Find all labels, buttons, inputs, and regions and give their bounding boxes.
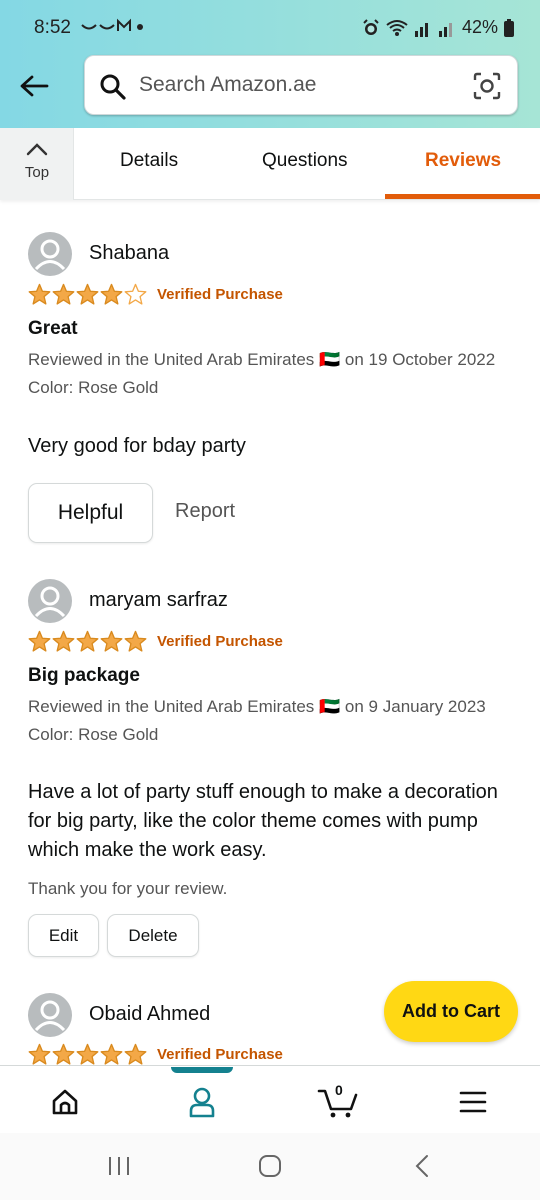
review-date: Reviewed in the United Arab Emirates 🇦🇪 … (28, 350, 496, 369)
chevron-up-icon (26, 143, 48, 156)
review-card: maryam sarfraz Verified Purchase Big pac… (28, 579, 518, 969)
star-filled-icon (76, 630, 99, 652)
search-bar[interactable]: Search Amazon.ae (84, 55, 518, 115)
camera-scan-icon[interactable] (473, 72, 501, 100)
star-filled-icon (28, 630, 51, 652)
delete-button[interactable]: Delete (107, 914, 199, 957)
rating-row: Verified Purchase (28, 283, 283, 306)
star-rating (28, 1043, 147, 1065)
star-rating (28, 630, 147, 653)
recent-apps-icon (109, 1157, 129, 1175)
notification-glyphs-icon (81, 18, 143, 31)
status-right: 42% (362, 17, 514, 38)
tab-details[interactable]: Details (120, 150, 178, 172)
home-circle-icon (259, 1155, 281, 1177)
star-filled-icon (100, 283, 123, 305)
active-tab-indicator (385, 194, 540, 199)
star-filled-icon (124, 1043, 147, 1065)
review-body: Very good for bday party (28, 435, 246, 457)
home-system-button[interactable] (257, 1153, 283, 1184)
reviewer-name: Obaid Ahmed (89, 1003, 211, 1025)
thank-you-note: Thank you for your review. (28, 879, 228, 898)
star-empty-icon (124, 283, 147, 305)
rating-row: Verified Purchase (28, 630, 283, 653)
active-nav-indicator (171, 1067, 233, 1073)
nav-home[interactable] (45, 1084, 85, 1120)
star-filled-icon (100, 630, 123, 652)
review-title: Big package (28, 665, 140, 686)
star-rating (28, 283, 147, 306)
nav-cart[interactable]: 0 (314, 1082, 362, 1120)
review-meta: Reviewed in the United Arab Emirates 🇦🇪 … (28, 346, 508, 402)
chevron-left-icon (415, 1155, 428, 1177)
scroll-top-button[interactable]: Top (0, 128, 74, 200)
back-button[interactable] (14, 66, 54, 106)
star-filled-icon (76, 1043, 99, 1065)
reviewer-name: Shabana (89, 242, 170, 264)
top-label: Top (24, 164, 50, 181)
helpful-button[interactable]: Helpful (28, 483, 153, 543)
verified-purchase-badge: Verified Purchase (157, 286, 283, 303)
review-color: Color: Rose Gold (28, 725, 159, 744)
menu-icon (459, 1091, 487, 1113)
default-avatar-icon (34, 239, 66, 271)
status-bar: 8:52 42% (0, 0, 540, 56)
star-filled-icon (100, 1043, 123, 1065)
review-meta: Reviewed in the United Arab Emirates 🇦🇪 … (28, 693, 508, 749)
cart-count: 0 (335, 1082, 343, 1098)
avatar (28, 579, 72, 623)
system-nav-bar (0, 1133, 540, 1200)
alarm-icon (363, 18, 379, 35)
recent-apps-button[interactable] (106, 1153, 132, 1184)
review-card: Shabana Verified Purchase Great Reviewed… (28, 232, 518, 552)
status-time: 8:52 (34, 17, 71, 38)
edit-button[interactable]: Edit (28, 914, 99, 957)
notification-icons (80, 17, 160, 42)
default-avatar-icon (34, 1000, 66, 1032)
signal-icon (414, 22, 428, 37)
review-title: Great (28, 318, 78, 339)
nav-account[interactable] (182, 1084, 222, 1120)
search-input[interactable]: Search Amazon.ae (139, 73, 316, 97)
star-filled-icon (124, 630, 147, 652)
battery-icon (504, 18, 514, 37)
tab-questions[interactable]: Questions (262, 150, 348, 172)
battery-percent: 42% (461, 17, 498, 37)
rating-row: Verified Purchase (28, 1043, 283, 1065)
back-arrow-icon (20, 75, 49, 97)
product-subnav: Top Details Questions Reviews (0, 128, 540, 200)
verified-purchase-badge: Verified Purchase (157, 1046, 283, 1063)
tab-reviews[interactable]: Reviews (425, 150, 501, 172)
signal-2-icon (438, 22, 452, 37)
home-icon (52, 1089, 78, 1115)
report-link[interactable]: Report (175, 500, 235, 523)
star-filled-icon (52, 630, 75, 652)
system-back-button[interactable] (410, 1153, 436, 1184)
reviewer-name: maryam sarfraz (89, 589, 228, 611)
bottom-nav: 0 (0, 1065, 540, 1133)
star-filled-icon (52, 283, 75, 305)
review-date: Reviewed in the United Arab Emirates 🇦🇪 … (28, 697, 486, 716)
star-filled-icon (28, 283, 51, 305)
default-avatar-icon (34, 586, 66, 618)
search-icon (100, 74, 126, 100)
account-icon (189, 1087, 215, 1118)
star-filled-icon (28, 1043, 51, 1065)
review-color: Color: Rose Gold (28, 378, 159, 397)
verified-purchase-badge: Verified Purchase (157, 633, 283, 650)
star-filled-icon (52, 1043, 75, 1065)
avatar (28, 993, 72, 1037)
add-to-cart-button[interactable]: Add to Cart (384, 981, 518, 1042)
avatar (28, 232, 72, 276)
nav-menu[interactable] (453, 1084, 493, 1120)
review-body: Have a lot of party stuff enough to make… (28, 781, 498, 861)
star-filled-icon (76, 283, 99, 305)
wifi-icon (386, 19, 408, 36)
